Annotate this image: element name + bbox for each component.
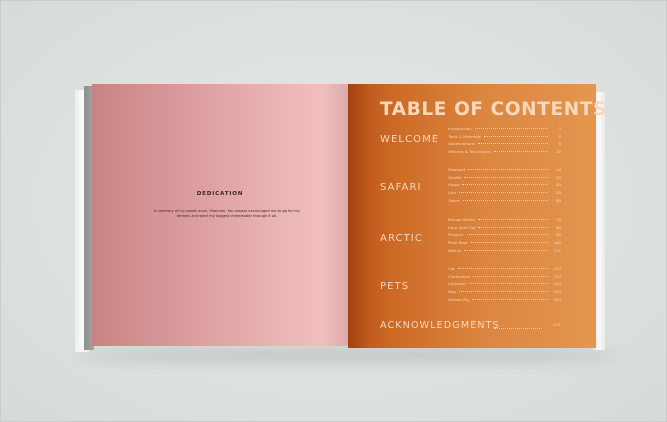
dedication-page: DEDICATION In memory of my sweet mom, Sh… xyxy=(92,84,348,346)
welcome-entries: Introduction 3 Tools & Materials 4 Abbrevi… xyxy=(448,126,561,157)
safari-entries: Elephant 20 Giraffe 30 Hippo 40 Lion 50 Zebr… xyxy=(448,167,561,205)
acknowledgments-leader-dots xyxy=(494,328,542,329)
toc-entry: Cockatiel 144 xyxy=(448,281,561,287)
toc-entry: Chameleon 134 xyxy=(448,273,561,279)
toc-entry: Abbreviations 6 xyxy=(448,141,561,147)
toc-entry: Beluga Whale 70 xyxy=(448,217,561,222)
toc-entry: Lion 50 xyxy=(448,190,561,196)
photo-scene: DEDICATION In memory of my sweet mom, Sh… xyxy=(0,0,667,422)
toc-entry: Walrus 112 xyxy=(448,247,561,253)
section-safari: SAFARI xyxy=(380,182,422,193)
toc-title: TABLE OF CONTENTS xyxy=(380,99,607,120)
dedication-heading: DEDICATION xyxy=(196,191,244,197)
toc-entry: Giraffe 30 xyxy=(448,174,561,180)
toc-entry: Tools & Materials 4 xyxy=(448,133,561,139)
toc-entry: Dog 154 xyxy=(448,289,561,295)
toc-entry: Polar Bear 100 xyxy=(448,240,561,246)
acknowledgments-page-number: 174 xyxy=(552,322,560,327)
toc-entry: Elephant 20 xyxy=(448,167,561,172)
toc-entry: Cat 124 xyxy=(448,266,561,271)
pets-entries: Cat 124 Chameleon 134 Cockatiel 144 Dog 154 … xyxy=(448,266,561,304)
toc-entry: Harp Seal Pup 80 xyxy=(448,224,561,230)
section-acknowledgments: ACKNOWLEDGMENTS xyxy=(380,320,500,331)
toc-entry: Stitches & Techniques 10 xyxy=(448,149,561,155)
book-shadow xyxy=(78,348,618,362)
dedication-text: In memory of my sweet mom, Shannon. You … xyxy=(154,209,300,219)
section-pets: PETS xyxy=(380,281,410,292)
toc-entry: Zebra 60 xyxy=(448,197,561,203)
arctic-entries: Beluga Whale 70 Harp Seal Pup 80 Penguin 90… xyxy=(448,217,561,255)
toc-entry: Introduction 3 xyxy=(448,126,561,131)
toc-entry: Guinea Pig 164 xyxy=(448,296,561,302)
section-welcome: WELCOME xyxy=(380,134,440,145)
toc-entry: Penguin 90 xyxy=(448,232,561,238)
toc-entry: Hippo 40 xyxy=(448,182,561,188)
section-arctic: ARCTIC xyxy=(380,233,423,244)
table-of-contents-page: TABLE OF CONTENTS WELCOME Introduction 3 … xyxy=(348,84,606,348)
